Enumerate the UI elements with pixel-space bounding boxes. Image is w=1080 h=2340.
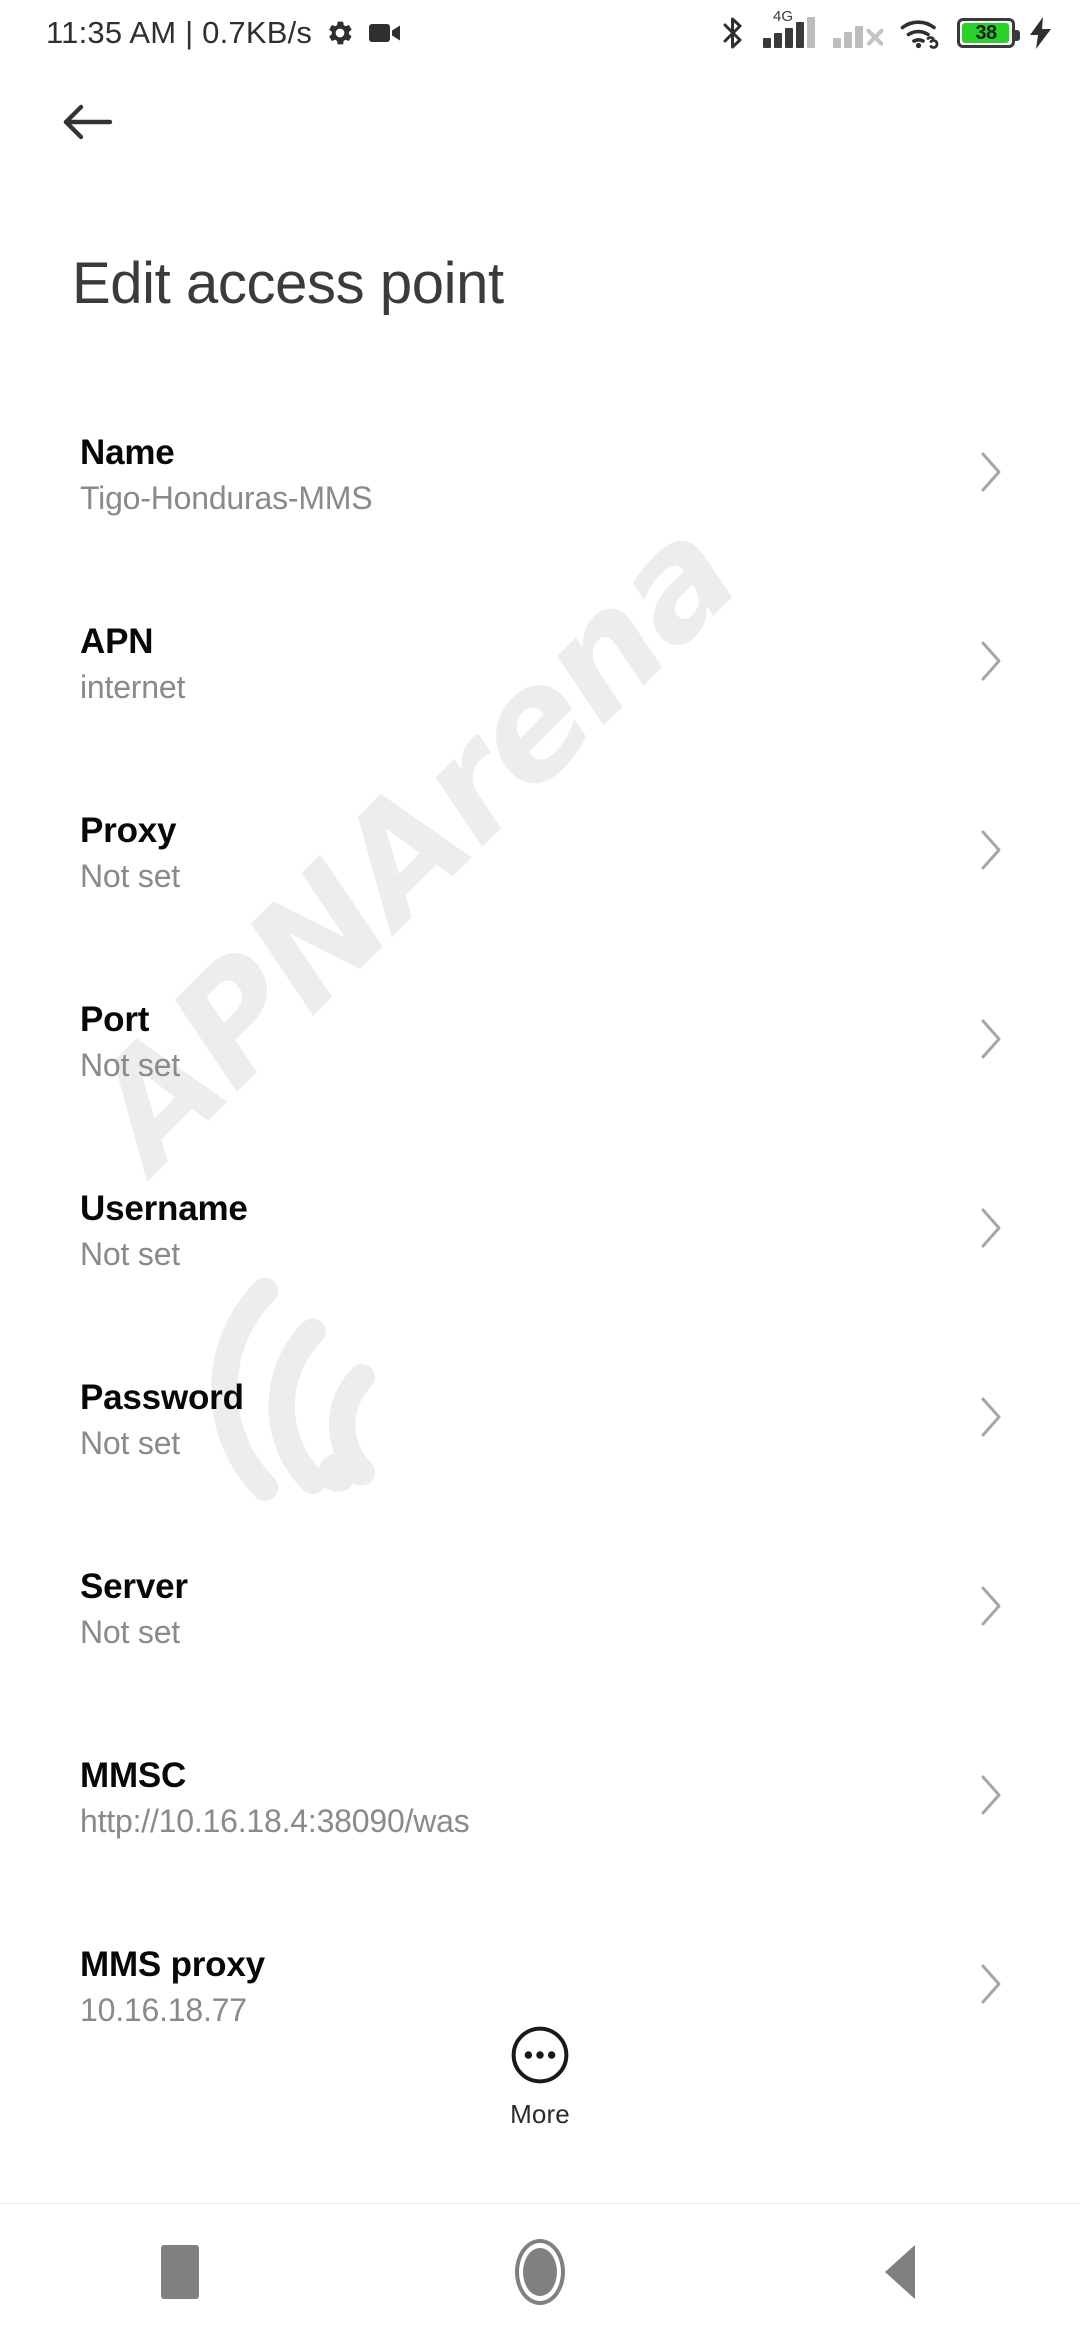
- more-circle-icon: [511, 2026, 569, 2084]
- setting-row-username[interactable]: Username Not set: [0, 1156, 1080, 1345]
- network-type-label: 4G: [773, 8, 794, 25]
- setting-value: Not set: [80, 1236, 180, 1273]
- setting-value: internet: [80, 669, 186, 706]
- chevron-right-icon: [981, 1397, 1001, 1437]
- back-button[interactable]: [52, 86, 124, 158]
- charging-bolt-icon: [1030, 17, 1052, 49]
- setting-row-port[interactable]: Port Not set: [0, 967, 1080, 1156]
- nav-back-button[interactable]: [810, 2204, 990, 2340]
- home-circle-icon: [515, 2239, 565, 2305]
- mobile-signal-icon: 4G: [760, 9, 815, 48]
- setting-label: Proxy: [80, 811, 177, 850]
- camcorder-icon: [369, 22, 401, 44]
- setting-value: Not set: [80, 1425, 180, 1462]
- more-label: More: [510, 2099, 570, 2129]
- setting-label: MMSC: [80, 1756, 187, 1795]
- status-bar-right: 4G 38: [721, 9, 1052, 50]
- chevron-right-icon: [981, 452, 1001, 492]
- mobile-signal-2-icon: [833, 18, 885, 48]
- setting-label: Username: [80, 1189, 248, 1228]
- chevron-right-icon: [981, 830, 1001, 870]
- status-clock: 11:35 AM | 0.7KB/s: [46, 15, 313, 50]
- setting-label: Server: [80, 1567, 188, 1606]
- phone-screen: APNArena 11:35 AM | 0.7KB/s 4G 38 Edit a…: [0, 0, 1080, 2340]
- access-point-settings-list: Name Tigo-Honduras-MMS APN internet Prox…: [0, 400, 1080, 2101]
- setting-row-proxy[interactable]: Proxy Not set: [0, 778, 1080, 967]
- setting-value: Not set: [80, 858, 180, 895]
- back-triangle-icon: [885, 2245, 915, 2299]
- chevron-right-icon: [981, 1775, 1001, 1815]
- setting-label: Port: [80, 1000, 150, 1039]
- setting-label: APN: [80, 622, 154, 661]
- arrow-left-icon: [63, 104, 113, 140]
- chevron-right-icon: [981, 1208, 1001, 1248]
- setting-value: http://10.16.18.4:38090/was: [80, 1803, 470, 1840]
- gear-icon: [325, 18, 355, 48]
- setting-value: Not set: [80, 1047, 180, 1084]
- chevron-right-icon: [981, 1586, 1001, 1626]
- setting-label: Name: [80, 433, 175, 472]
- setting-label: Password: [80, 1378, 244, 1417]
- setting-row-mmsc[interactable]: MMSC http://10.16.18.4:38090/was: [0, 1723, 1080, 1912]
- chevron-right-icon: [981, 641, 1001, 681]
- recents-square-icon: [161, 2245, 199, 2299]
- setting-value: Not set: [80, 1614, 180, 1651]
- status-bar: 11:35 AM | 0.7KB/s 4G 38: [0, 0, 1080, 66]
- nav-recents-button[interactable]: [90, 2204, 270, 2340]
- battery-percent-label: 38: [975, 22, 997, 44]
- nav-home-button[interactable]: [450, 2204, 630, 2340]
- more-button[interactable]: More: [0, 2024, 1080, 2130]
- status-bar-left: 11:35 AM | 0.7KB/s: [46, 15, 401, 51]
- setting-row-password[interactable]: Password Not set: [0, 1345, 1080, 1534]
- setting-row-name[interactable]: Name Tigo-Honduras-MMS: [0, 400, 1080, 589]
- setting-row-apn[interactable]: APN internet: [0, 589, 1080, 778]
- app-bar: [0, 66, 1080, 176]
- page-title: Edit access point: [72, 251, 504, 316]
- no-service-x-icon: [865, 27, 885, 47]
- chevron-right-icon: [981, 1019, 1001, 1059]
- system-nav-bar: [0, 2203, 1080, 2340]
- setting-row-server[interactable]: Server Not set: [0, 1534, 1080, 1723]
- bluetooth-icon: [721, 16, 745, 50]
- setting-label: MMS proxy: [80, 1945, 265, 1984]
- battery-icon: 38: [957, 18, 1020, 48]
- chevron-right-icon: [981, 1964, 1001, 2004]
- wifi-icon: [900, 17, 942, 49]
- setting-value: Tigo-Honduras-MMS: [80, 480, 373, 517]
